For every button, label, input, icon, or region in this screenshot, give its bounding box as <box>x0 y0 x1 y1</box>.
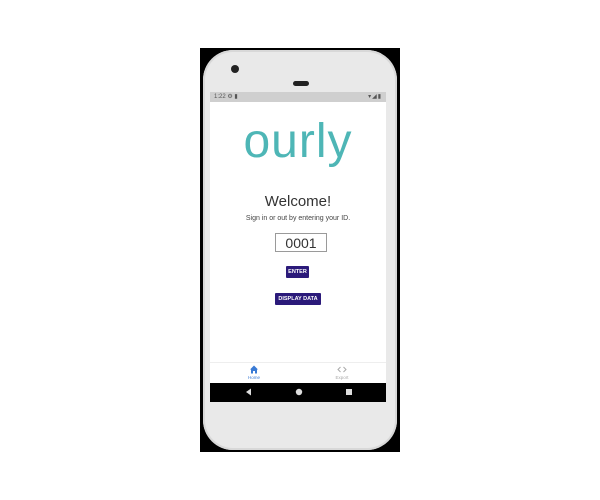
front-camera <box>231 65 239 73</box>
phone-screen: 1:22 ⚙ ▮ ▾◢▮ ourly Welcome! Sign in or o… <box>210 92 386 402</box>
phone-frame: 1:22 ⚙ ▮ ▾◢▮ ourly Welcome! Sign in or o… <box>203 50 397 450</box>
display-data-button[interactable]: DISPLAY DATA <box>275 293 321 305</box>
nav-item-home[interactable]: Home <box>234 364 274 381</box>
android-navigation-bar <box>210 383 386 402</box>
app-logo: ourly <box>243 115 353 168</box>
home-icon <box>250 365 258 374</box>
recent-apps-icon[interactable] <box>344 387 354 397</box>
nav-label-export: Export <box>335 375 349 380</box>
back-icon[interactable] <box>244 387 254 397</box>
home-circle-icon[interactable] <box>294 387 304 397</box>
status-left-icons: ⚙ ▮ <box>227 94 238 100</box>
status-right-icons: ▾◢▮ <box>368 94 382 100</box>
code-icon <box>337 366 347 373</box>
id-input[interactable] <box>275 233 327 252</box>
earpiece-speaker <box>293 81 309 86</box>
nav-item-export[interactable]: Export <box>322 364 362 381</box>
nav-label-home: Home <box>247 375 260 380</box>
bottom-navigation: Home Export <box>210 362 386 383</box>
status-left: 1:22 ⚙ ▮ <box>214 92 238 102</box>
status-bar: 1:22 ⚙ ▮ ▾◢▮ <box>210 92 386 102</box>
status-time: 1:22 <box>214 94 226 100</box>
enter-button[interactable]: ENTER <box>286 266 309 278</box>
instruction-text: Sign in or out by entering your ID. <box>245 215 351 222</box>
welcome-heading: Welcome! <box>264 193 332 210</box>
